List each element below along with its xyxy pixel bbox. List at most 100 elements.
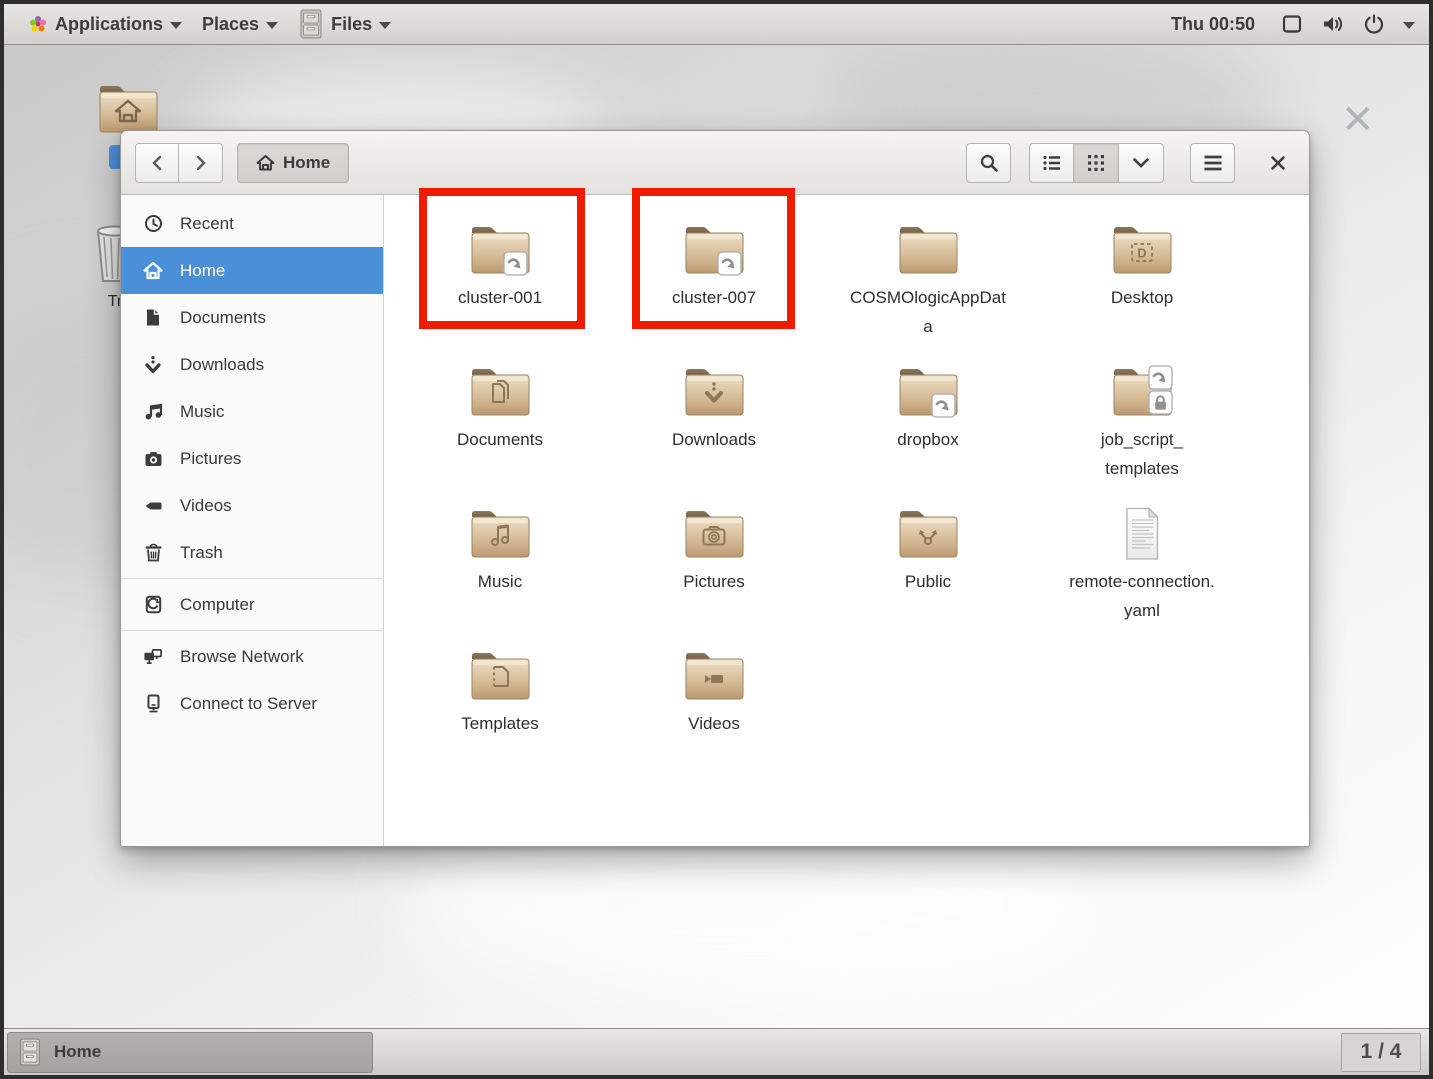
file-item-pictures[interactable]: Pictures xyxy=(607,493,821,635)
sidebar-item-trash[interactable]: Trash xyxy=(121,529,383,576)
search-button[interactable] xyxy=(966,143,1011,183)
sidebar-item-label: Recent xyxy=(180,214,234,234)
sidebar-item-documents[interactable]: Documents xyxy=(121,294,383,341)
file-item-job-script-templates[interactable]: job_script_ templates xyxy=(1035,351,1249,493)
file-label: Pictures xyxy=(683,567,744,596)
applications-menu[interactable]: Applications xyxy=(18,4,192,44)
recent-icon xyxy=(143,214,163,233)
folder-symlink-locked-icon xyxy=(1109,364,1175,422)
files-menu-label: Files xyxy=(331,14,372,35)
file-item-public[interactable]: Public xyxy=(821,493,1035,635)
document-icon xyxy=(143,308,163,327)
window-close-button[interactable] xyxy=(1261,146,1295,180)
sidebar-item-browse-network[interactable]: Browse Network xyxy=(121,633,383,680)
folder-documents-icon xyxy=(467,364,533,422)
close-icon xyxy=(1270,155,1286,171)
sidebar-item-label: Connect to Server xyxy=(180,694,317,714)
folder-downloads-icon xyxy=(681,364,747,422)
file-item-videos[interactable]: Videos xyxy=(607,635,821,777)
places-menu[interactable]: Places xyxy=(192,4,288,44)
hamburger-icon xyxy=(1203,155,1223,171)
screen: Applications Places Files Thu 00:50 xyxy=(0,0,1433,1079)
sidebar-item-label: Pictures xyxy=(180,449,241,469)
chevron-down-icon[interactable] xyxy=(1403,22,1415,29)
file-label: COSMOlogicAppDat a xyxy=(850,283,1006,341)
download-icon xyxy=(143,355,163,374)
folder-icon xyxy=(895,222,961,280)
drive-icon xyxy=(143,595,163,614)
sidebar-item-home[interactable]: Home xyxy=(121,247,383,294)
chevron-right-icon xyxy=(194,154,208,172)
view-options-button[interactable] xyxy=(1119,143,1164,183)
file-label: Music xyxy=(478,567,522,596)
video-camera-icon xyxy=(143,498,163,514)
file-item-dropbox[interactable]: dropbox xyxy=(821,351,1035,493)
file-label: dropbox xyxy=(897,425,958,454)
sidebar-item-videos[interactable]: Videos xyxy=(121,482,383,529)
music-icon xyxy=(143,402,163,421)
volume-icon[interactable] xyxy=(1321,13,1345,35)
grid-view-button[interactable] xyxy=(1074,143,1119,183)
sidebar-item-label: Music xyxy=(180,402,224,422)
sidebar-item-computer[interactable]: Computer xyxy=(121,581,383,628)
taskbar-window-label: Home xyxy=(54,1042,101,1062)
sidebar-item-downloads[interactable]: Downloads xyxy=(121,341,383,388)
file-item-music[interactable]: Music xyxy=(393,493,607,635)
trash-icon xyxy=(143,543,163,562)
file-item-cosmologicappdata[interactable]: COSMOlogicAppDat a xyxy=(821,209,1035,351)
file-item-documents[interactable]: Documents xyxy=(393,351,607,493)
top-bar: Applications Places Files Thu 00:50 xyxy=(4,4,1429,45)
chevron-down-icon xyxy=(379,22,391,29)
highlight-box-cluster-001 xyxy=(419,188,585,329)
applications-icon xyxy=(28,14,48,34)
file-item-remote-connection-yaml[interactable]: remote-connection. yaml xyxy=(1035,493,1249,635)
file-label: Downloads xyxy=(672,425,756,454)
svg-text:D: D xyxy=(1137,246,1146,261)
sidebar: Recent Home Documents xyxy=(121,195,384,846)
folder-templates-icon xyxy=(467,648,533,706)
sidebar-item-pictures[interactable]: Pictures xyxy=(121,435,383,482)
file-label: Documents xyxy=(457,425,543,454)
file-label: Templates xyxy=(461,709,538,738)
chevron-down-icon xyxy=(170,22,182,29)
file-item-templates[interactable]: Templates xyxy=(393,635,607,777)
file-label: remote-connection. yaml xyxy=(1069,567,1215,625)
power-icon[interactable] xyxy=(1363,13,1385,35)
file-item-desktop[interactable]: D Desktop xyxy=(1035,209,1249,351)
files-menu[interactable]: Files xyxy=(288,4,401,44)
file-item-downloads[interactable]: Downloads xyxy=(607,351,821,493)
places-menu-label: Places xyxy=(202,14,259,35)
sidebar-separator xyxy=(121,630,383,631)
sidebar-item-music[interactable]: Music xyxy=(121,388,383,435)
workspace-pager[interactable]: 1 / 4 xyxy=(1341,1033,1421,1072)
folder-share-icon xyxy=(895,506,961,564)
search-icon xyxy=(979,153,999,173)
sidebar-item-label: Videos xyxy=(180,496,232,516)
sidebar-item-recent[interactable]: Recent xyxy=(121,200,383,247)
sidebar-separator xyxy=(121,578,383,579)
sidebar-item-label: Home xyxy=(180,261,225,281)
list-view-button[interactable] xyxy=(1029,143,1074,183)
sidebar-item-label: Computer xyxy=(180,595,255,615)
grid-view-icon xyxy=(1087,154,1105,172)
path-home-button[interactable]: Home xyxy=(237,143,349,183)
sidebar-item-label: Browse Network xyxy=(180,647,304,667)
forward-button[interactable] xyxy=(179,143,223,183)
network-icon xyxy=(143,648,163,665)
sidebar-item-connect-to-server[interactable]: Connect to Server xyxy=(121,680,383,727)
window-toolbar: Home xyxy=(121,131,1309,195)
files-window: Home xyxy=(120,130,1310,847)
highlight-box-cluster-007 xyxy=(632,188,795,329)
sidebar-item-label: Trash xyxy=(180,543,223,563)
folder-music-icon xyxy=(467,506,533,564)
folder-pictures-icon xyxy=(681,506,747,564)
taskbar-window-button[interactable]: Home xyxy=(7,1032,373,1073)
screen-icon[interactable] xyxy=(1281,13,1303,35)
taskbar: Home 1 / 4 xyxy=(4,1028,1429,1075)
applications-menu-label: Applications xyxy=(55,14,163,35)
back-button[interactable] xyxy=(135,143,179,183)
clock[interactable]: Thu 00:50 xyxy=(1171,14,1255,35)
menu-button[interactable] xyxy=(1190,143,1235,183)
home-icon xyxy=(256,154,275,172)
chevron-left-icon xyxy=(150,154,164,172)
